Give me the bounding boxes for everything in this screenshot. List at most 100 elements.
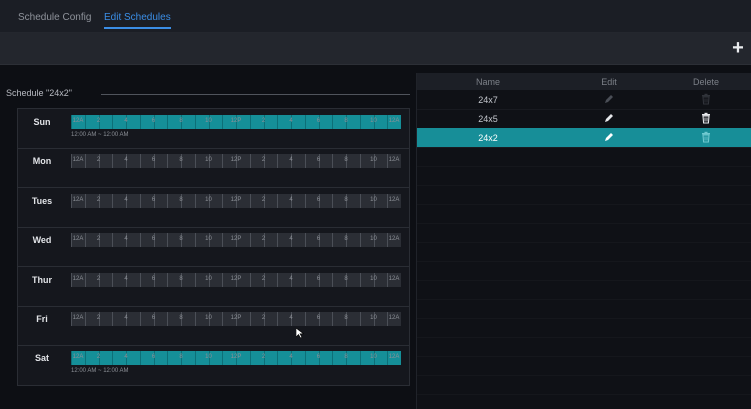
time-segment[interactable] [153,273,168,287]
edit-icon[interactable] [603,131,615,143]
time-segment[interactable] [126,273,140,287]
time-segment[interactable] [346,115,360,129]
empty-list-row [417,337,751,357]
time-segment[interactable] [346,312,360,326]
hour-tick-label: 4 [124,118,128,124]
timeline-fri[interactable]: 12A 2 4 6 8 10 12P 2 4 6 8 10 12A [71,312,401,326]
hour-tick-label: 4 [124,197,128,203]
schedule-list-row[interactable]: 24x2 [417,128,751,148]
time-segment[interactable] [291,233,305,247]
hour-tick-label: 6 [151,118,156,124]
time-segment[interactable] [318,273,333,287]
day-label: Thur [32,275,52,285]
time-segment[interactable] [318,154,333,168]
hour-tick-label: 10 [205,236,212,242]
hour-tick-label: 4 [124,354,128,360]
delete-icon[interactable] [700,112,712,124]
time-segment[interactable] [153,194,168,208]
time-segment[interactable] [318,233,333,247]
time-segment[interactable] [291,115,305,129]
hour-tick-label: 12A [388,236,400,242]
tab-edit-schedules[interactable]: Edit Schedules [104,12,171,29]
time-segment[interactable] [98,312,113,326]
hour-tick-label: 8 [344,276,348,282]
hour-tick-label: 2 [261,157,266,163]
time-segment[interactable] [126,115,140,129]
hour-tick-label: 10 [205,197,212,203]
time-segment[interactable] [263,351,278,365]
day-row-sun: Sun 12A 2 4 6 8 10 12P 2 4 6 8 10 12A 12:00 AM ~ 12:00… [18,109,409,149]
day-label: Mon [32,156,52,166]
add-schedule-button[interactable]: + [729,38,747,58]
empty-list-row [417,356,751,376]
time-segment[interactable] [126,312,140,326]
empty-list-row [417,299,751,319]
timeline-sat[interactable]: 12A 2 4 6 8 10 12P 2 4 6 8 10 12A [71,351,401,365]
hour-tick-label: 8 [344,157,348,163]
time-segment[interactable] [291,194,305,208]
hour-tick-label: 2 [261,236,266,242]
time-segment[interactable] [263,233,278,247]
time-segment[interactable] [346,194,360,208]
time-segment[interactable] [263,312,278,326]
edit-icon[interactable] [603,112,615,124]
time-segment[interactable] [291,312,305,326]
time-segment[interactable] [153,233,168,247]
hour-tick-label: 12A [72,236,84,242]
time-segment[interactable] [346,273,360,287]
time-segment[interactable] [291,154,305,168]
time-segment[interactable] [181,194,195,208]
time-segment[interactable] [153,154,168,168]
time-segment[interactable] [181,273,195,287]
hour-tick-label: 10 [370,236,377,242]
time-segment[interactable] [263,273,278,287]
time-segment[interactable] [181,154,195,168]
time-segment[interactable] [263,115,278,129]
timeline-sun[interactable]: 12A 2 4 6 8 10 12P 2 4 6 8 10 12A [71,115,401,129]
time-segment[interactable] [318,194,333,208]
time-segment[interactable] [181,115,195,129]
tab-schedule-config[interactable]: Schedule Config [18,12,91,23]
time-segment[interactable] [346,154,360,168]
hour-tick-label: 8 [179,354,183,360]
time-segment[interactable] [318,115,333,129]
hour-tick-label: 8 [179,276,183,282]
time-segment[interactable] [153,351,168,365]
timeline-wed[interactable]: 12A 2 4 6 8 10 12P 2 4 6 8 10 12A [71,233,401,247]
delete-icon[interactable] [700,131,712,143]
timeline-tues[interactable]: 12A 2 4 6 8 10 12P 2 4 6 8 10 12A [71,194,401,208]
time-segment[interactable] [263,154,278,168]
hour-tick-label: 12A [388,315,400,321]
time-segment[interactable] [98,351,113,365]
hour-tick-label: 12A [388,276,400,282]
time-segment[interactable] [153,115,168,129]
time-segment[interactable] [263,194,278,208]
hour-tick-label: 6 [151,354,156,360]
time-segment[interactable] [126,194,140,208]
time-segment[interactable] [126,351,140,365]
toolbar: + [0,33,751,65]
time-segment[interactable] [181,312,195,326]
title-divider [101,94,410,95]
hour-tick-label: 4 [124,315,128,321]
time-segment[interactable] [126,233,140,247]
time-segment[interactable] [98,194,113,208]
time-segment[interactable] [153,312,168,326]
schedule-list-row[interactable]: 24x5 [417,109,751,129]
time-segment[interactable] [98,233,113,247]
timeline-thur[interactable]: 12A 2 4 6 8 10 12P 2 4 6 8 10 12A [71,273,401,287]
time-segment[interactable] [346,233,360,247]
time-segment[interactable] [98,154,113,168]
time-segment[interactable] [318,351,333,365]
time-segment[interactable] [181,351,195,365]
time-segment[interactable] [181,233,195,247]
time-segment[interactable] [126,154,140,168]
time-segment[interactable] [291,273,305,287]
time-segment[interactable] [346,351,360,365]
time-segment[interactable] [318,312,333,326]
time-segment[interactable] [98,273,113,287]
time-segment[interactable] [98,115,113,129]
timeline-mon[interactable]: 12A 2 4 6 8 10 12P 2 4 6 8 10 12A [71,154,401,168]
time-segment[interactable] [291,351,305,365]
schedule-list-row[interactable]: 24x7 [417,90,751,110]
